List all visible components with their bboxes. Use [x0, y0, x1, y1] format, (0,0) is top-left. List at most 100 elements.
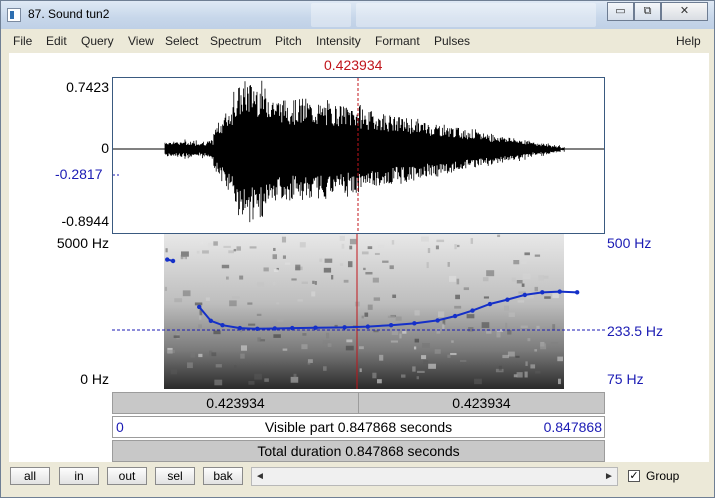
menu-file[interactable]: File [13, 34, 32, 48]
spectrogram-texture [359, 368, 362, 373]
menu-query[interactable]: Query [81, 34, 114, 48]
menu-intensity[interactable]: Intensity [316, 34, 361, 48]
spectrogram-texture [374, 252, 380, 256]
total-duration-bar[interactable]: Total duration 0.847868 seconds [112, 440, 605, 462]
spectrogram-texture [200, 241, 203, 245]
pitch-point [170, 258, 176, 264]
spectrogram-texture [454, 244, 457, 250]
scroll-left-arrow-icon[interactable]: ◄ [252, 468, 268, 485]
right-segment-button[interactable]: 0.423934 [359, 393, 604, 413]
spectrogram-texture [390, 340, 398, 343]
zoom-out-button[interactable]: out [107, 467, 147, 485]
sound-editor-window: 87. Sound tun2 ▭ ⧉ ✕ File Edit Query Vie… [0, 0, 715, 498]
spectrogram-texture [213, 241, 218, 246]
spectrogram-texture [450, 352, 457, 356]
visible-part-label: Visible part 0.847868 seconds [264, 419, 453, 435]
spectrogram-texture [416, 376, 419, 380]
spectrogram-freq-top-label: 5000 Hz [56, 235, 109, 251]
spectrogram-texture [299, 242, 306, 248]
spectrogram-texture [349, 238, 357, 245]
menu-pulses[interactable]: Pulses [434, 34, 470, 48]
waveform-panel[interactable] [112, 77, 605, 234]
spectrogram-texture [426, 262, 429, 269]
visible-part-bar[interactable]: 0 Visible part 0.847868 seconds 0.847868 [112, 416, 605, 438]
pitch-point [470, 308, 475, 313]
spectrogram-texture [358, 346, 364, 350]
spectrogram-texture [314, 281, 317, 285]
minimize-button[interactable]: ▭ [607, 2, 634, 21]
maximize-button[interactable]: ⧉ [634, 2, 661, 21]
spectrogram-texture [373, 297, 381, 301]
spectrogram-texture [347, 261, 353, 268]
menu-bar: File Edit Query View Select Spectrum Pit… [2, 30, 713, 52]
spectrogram-texture [482, 277, 489, 282]
spectrogram-texture [413, 346, 417, 350]
spectrogram-texture [273, 247, 276, 251]
menu-view[interactable]: View [128, 34, 154, 48]
spectrogram-texture [521, 283, 525, 287]
spectrogram-texture [229, 300, 237, 307]
spectrogram-texture [198, 324, 202, 329]
spectrogram-texture [272, 282, 276, 286]
pitch-point [388, 322, 394, 328]
zoom-selection-button[interactable]: sel [155, 467, 195, 485]
title-bar[interactable]: 87. Sound tun2 ▭ ⧉ ✕ [1, 1, 714, 29]
pitch-point [412, 321, 417, 326]
pitch-point [452, 313, 458, 319]
pitch-point [574, 290, 580, 295]
pitch-point [208, 318, 214, 323]
time-segment-bar: 0.423934 0.423934 [112, 392, 605, 414]
spectrogram-texture [517, 300, 525, 303]
spectrogram-texture [557, 356, 563, 362]
spectrogram-texture [276, 302, 280, 305]
spectrogram-freq-bottom-label: 0 Hz [80, 371, 109, 387]
spectrogram-texture [466, 314, 475, 319]
spectrogram-texture [421, 355, 427, 360]
zoom-all-button[interactable]: all [10, 467, 50, 485]
spectrogram-texture [557, 378, 561, 385]
menu-help[interactable]: Help [676, 34, 701, 48]
spectrogram-texture [401, 374, 406, 378]
spectrogram-texture [249, 246, 257, 249]
menu-spectrum[interactable]: Spectrum [210, 34, 261, 48]
spectrogram-texture [361, 315, 364, 319]
spectrogram-texture [239, 275, 244, 280]
spectrogram-panel[interactable] [112, 234, 605, 389]
spectrogram-texture [498, 365, 502, 371]
menu-pitch[interactable]: Pitch [275, 34, 302, 48]
spectrogram-texture [363, 267, 366, 271]
spectrogram-texture [205, 297, 210, 301]
spectrogram-texture [277, 319, 284, 322]
spectrogram-texture [331, 274, 334, 280]
group-checkbox[interactable]: ✓ [628, 470, 640, 482]
left-segment-label: 0.423934 [206, 395, 265, 411]
group-checkbox-label: Group [646, 469, 680, 483]
spectrogram-texture [538, 275, 544, 281]
background-window-ghost [356, 3, 596, 27]
close-button[interactable]: ✕ [661, 2, 708, 21]
menu-edit[interactable]: Edit [46, 34, 67, 48]
pitch-point [487, 301, 493, 307]
spectrogram-texture [543, 246, 549, 251]
spectrogram-texture [496, 332, 501, 338]
left-segment-button[interactable]: 0.423934 [113, 393, 359, 413]
spectrogram-texture [215, 364, 222, 368]
scroll-right-arrow-icon[interactable]: ► [601, 468, 617, 485]
spectrogram-texture [497, 234, 501, 238]
menu-select[interactable]: Select [165, 34, 198, 48]
spectrogram-texture [447, 261, 450, 267]
spectrogram-texture [307, 362, 311, 365]
spectrogram-texture [170, 368, 178, 375]
zoom-back-button[interactable]: bak [203, 467, 243, 485]
visible-end-label: 0.847868 [543, 419, 602, 435]
menu-formant[interactable]: Formant [375, 34, 420, 48]
spectrogram-texture [486, 270, 495, 277]
spectrogram-texture [339, 263, 344, 267]
zoom-in-button[interactable]: in [59, 467, 99, 485]
spectrogram-texture [427, 248, 431, 254]
spectrogram-texture [459, 359, 467, 362]
spectrogram-texture [191, 281, 198, 285]
spectrogram-texture [378, 244, 385, 249]
time-scrollbar[interactable]: ◄ ► [251, 467, 618, 486]
spectrogram-texture [515, 355, 520, 358]
